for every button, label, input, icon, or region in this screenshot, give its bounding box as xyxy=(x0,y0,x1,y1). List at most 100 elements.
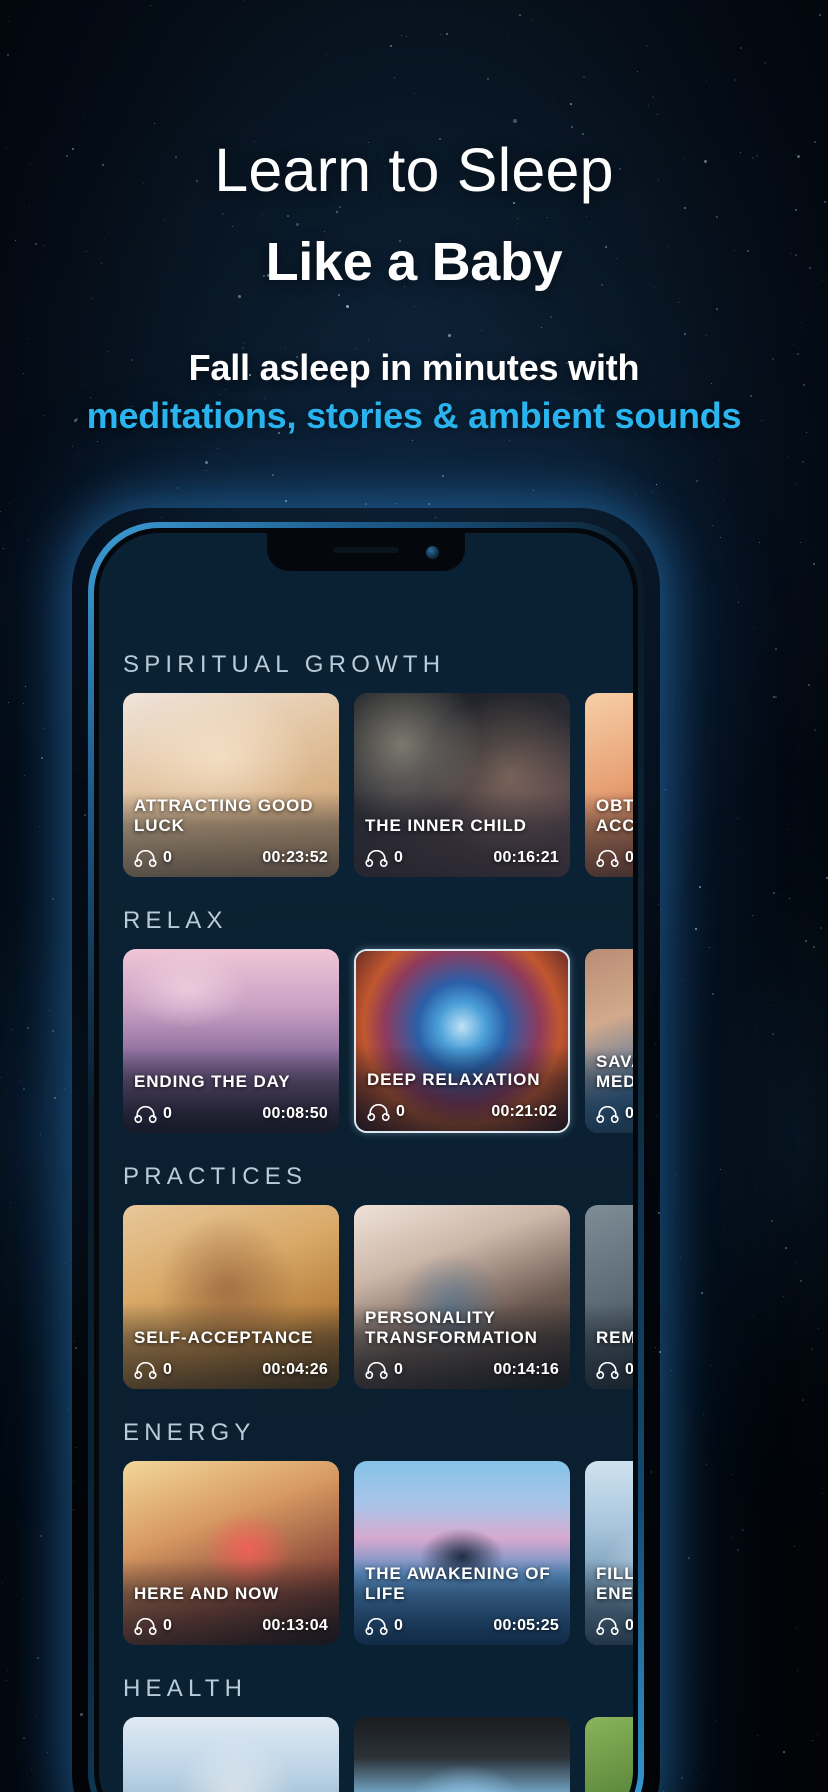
card-title: FILLING WITH ENERGY xyxy=(596,1563,633,1604)
headphones-icon xyxy=(365,1361,388,1379)
card-duration: 00:23:52 xyxy=(262,849,328,866)
meditation-card[interactable]: SELF-ACCEPTANCE 0 00:04:26 xyxy=(123,1205,339,1389)
card-meta: 0 00:08:50 xyxy=(134,1105,328,1123)
meditation-card[interactable]: ATTRACTING GOOD LUCK 0 00:23:52 xyxy=(123,693,339,877)
meditation-card[interactable]: FILLING WITH ENERGY 0 xyxy=(585,1461,633,1645)
card-meta: 0 00:13:04 xyxy=(134,1617,328,1635)
section-title: ENERGY xyxy=(123,1419,256,1446)
card-duration: 00:08:50 xyxy=(262,1105,328,1122)
section-energy: ENERGY HERE AND NOW 0 00:13:04 THE AWAKENING… xyxy=(99,1393,633,1645)
headphones-icon xyxy=(365,1617,388,1635)
card-meta: 0 00:16:21 xyxy=(365,849,559,867)
card-duration: 00:16:21 xyxy=(493,849,559,866)
card-row[interactable]: ATTRACTING GOOD LUCK 0 00:23:52 THE INNER C… xyxy=(99,693,633,877)
play-count-value: 0 xyxy=(396,1103,405,1120)
headline-line-1: Learn to Sleep xyxy=(214,136,614,204)
play-count-value: 0 xyxy=(625,1105,633,1122)
subheadline-line-2: meditations, stories & ambient sounds xyxy=(86,395,742,437)
card-meta: 0 xyxy=(596,1361,633,1379)
card-title: DEEP RELAXATION xyxy=(367,1070,541,1090)
card-row[interactable]: SELF-ACCEPTANCE 0 00:04:26 PERSONALITY TRAN… xyxy=(99,1205,633,1389)
card-meta: 0 00:21:02 xyxy=(367,1103,557,1121)
play-count-value: 0 xyxy=(163,1105,172,1122)
card-meta: 0 00:14:16 xyxy=(365,1361,559,1379)
meditation-card[interactable]: THE INNER CHILD 0 00:16:21 xyxy=(354,693,570,877)
play-count: 0 xyxy=(367,1103,405,1121)
headphones-icon xyxy=(596,1361,619,1379)
meditation-card[interactable]: REMOVING BLOCKS 0 xyxy=(585,1205,633,1389)
card-row[interactable]: CONSCIOUS BREATHING0I AM THE LOVE0 GRATIT… xyxy=(99,1717,633,1792)
headphones-icon xyxy=(134,1617,157,1635)
card-title: THE INNER CHILD xyxy=(365,816,527,836)
card-duration: 00:04:26 xyxy=(262,1361,328,1378)
play-count-value: 0 xyxy=(394,849,403,866)
play-count-value: 0 xyxy=(163,849,172,866)
card-duration: 00:13:04 xyxy=(262,1617,328,1634)
headphones-icon xyxy=(134,1361,157,1379)
card-row[interactable]: ENDING THE DAY 0 00:08:50 DEEP RELAXATION 0 0… xyxy=(99,949,633,1133)
section-title: RELAX xyxy=(123,907,228,934)
play-count-value: 0 xyxy=(625,1617,633,1634)
play-count: 0 xyxy=(365,1617,403,1635)
meditation-card[interactable]: GRATITUDE0 xyxy=(585,1717,633,1792)
card-title: ENDING THE DAY xyxy=(134,1072,291,1092)
meditation-app-screen[interactable]: SPIRITUAL GROWTH ATTRACTING GOOD LUCK 0 00:… xyxy=(99,533,633,1792)
right-glow xyxy=(648,760,828,1520)
headphones-icon xyxy=(596,1105,619,1123)
card-meta: 0 00:05:25 xyxy=(365,1617,559,1635)
sections-list[interactable]: SPIRITUAL GROWTH ATTRACTING GOOD LUCK 0 00:… xyxy=(99,533,633,1792)
card-title: SELF-ACCEPTANCE xyxy=(134,1328,314,1348)
play-count: 0 xyxy=(134,849,172,867)
front-camera-icon xyxy=(426,546,439,559)
card-meta: 0 xyxy=(596,849,633,867)
phone-notch xyxy=(267,533,465,571)
card-meta: 0 xyxy=(596,1105,633,1123)
card-duration: 00:05:25 xyxy=(493,1617,559,1634)
headphones-icon xyxy=(596,849,619,867)
play-count-value: 0 xyxy=(394,1617,403,1634)
play-count-value: 0 xyxy=(163,1361,172,1378)
headphones-icon xyxy=(134,1105,157,1123)
play-count-value: 0 xyxy=(625,849,633,866)
subheadline-line-1: Fall asleep in minutes with xyxy=(188,347,640,388)
play-count-value: 0 xyxy=(394,1361,403,1378)
section-title: SPIRITUAL GROWTH xyxy=(123,651,446,678)
card-row[interactable]: HERE AND NOW 0 00:13:04 THE AWAKENING OF LI… xyxy=(99,1461,633,1645)
phone-bezel: SPIRITUAL GROWTH ATTRACTING GOOD LUCK 0 00:… xyxy=(94,528,638,1792)
play-count: 0 xyxy=(596,1105,633,1123)
meditation-card[interactable]: OBTAINING ACCEPTANCE 0 xyxy=(585,693,633,877)
card-artwork xyxy=(123,1717,339,1792)
play-count: 0 xyxy=(134,1361,172,1379)
play-count: 0 xyxy=(365,849,403,867)
card-meta: 0 00:23:52 xyxy=(134,849,328,867)
card-meta: 0 xyxy=(596,1617,633,1635)
card-title: REMOVING BLOCKS xyxy=(596,1328,633,1348)
play-count: 0 xyxy=(596,1361,633,1379)
play-count: 0 xyxy=(134,1617,172,1635)
meditation-card[interactable]: DEEP RELAXATION 0 00:21:02 xyxy=(354,949,570,1133)
card-meta: 0 00:04:26 xyxy=(134,1361,328,1379)
card-title: ATTRACTING GOOD LUCK xyxy=(134,795,314,836)
headphones-icon xyxy=(365,849,388,867)
meditation-card[interactable]: ENDING THE DAY 0 00:08:50 xyxy=(123,949,339,1133)
meditation-card[interactable]: HERE AND NOW 0 00:13:04 xyxy=(123,1461,339,1645)
meditation-card[interactable]: PERSONALITY TRANSFORMATION 0 00:14:16 xyxy=(354,1205,570,1389)
card-duration: 00:14:16 xyxy=(493,1361,559,1378)
meditation-card[interactable]: SAVASANA MEDITATION 0 xyxy=(585,949,633,1133)
section-title: PRACTICES xyxy=(123,1163,308,1190)
section-practices: PRACTICES SELF-ACCEPTANCE 0 00:04:26 PERSONA… xyxy=(99,1137,633,1389)
headphones-icon xyxy=(596,1617,619,1635)
card-title: THE AWAKENING OF LIFE xyxy=(365,1563,551,1604)
promo-header: Learn to Sleep Like a Baby Fall asleep i… xyxy=(0,0,828,438)
card-duration: 00:21:02 xyxy=(491,1103,557,1120)
section-health: HEALTH CONSCIOUS BREATHING0I AM THE LOVE0… xyxy=(99,1649,633,1792)
meditation-card[interactable]: I AM THE LOVE0 xyxy=(354,1717,570,1792)
meditation-card[interactable]: THE AWAKENING OF LIFE 0 00:05:25 xyxy=(354,1461,570,1645)
headline-line-2: Like a Baby xyxy=(265,232,563,292)
card-title: PERSONALITY TRANSFORMATION xyxy=(365,1307,538,1348)
meditation-card[interactable]: CONSCIOUS BREATHING0 xyxy=(123,1717,339,1792)
headphones-icon xyxy=(367,1103,390,1121)
card-title: SAVASANA MEDITATION xyxy=(596,1051,633,1092)
phone-frame: SPIRITUAL GROWTH ATTRACTING GOOD LUCK 0 00:… xyxy=(88,522,644,1792)
play-count: 0 xyxy=(365,1361,403,1379)
